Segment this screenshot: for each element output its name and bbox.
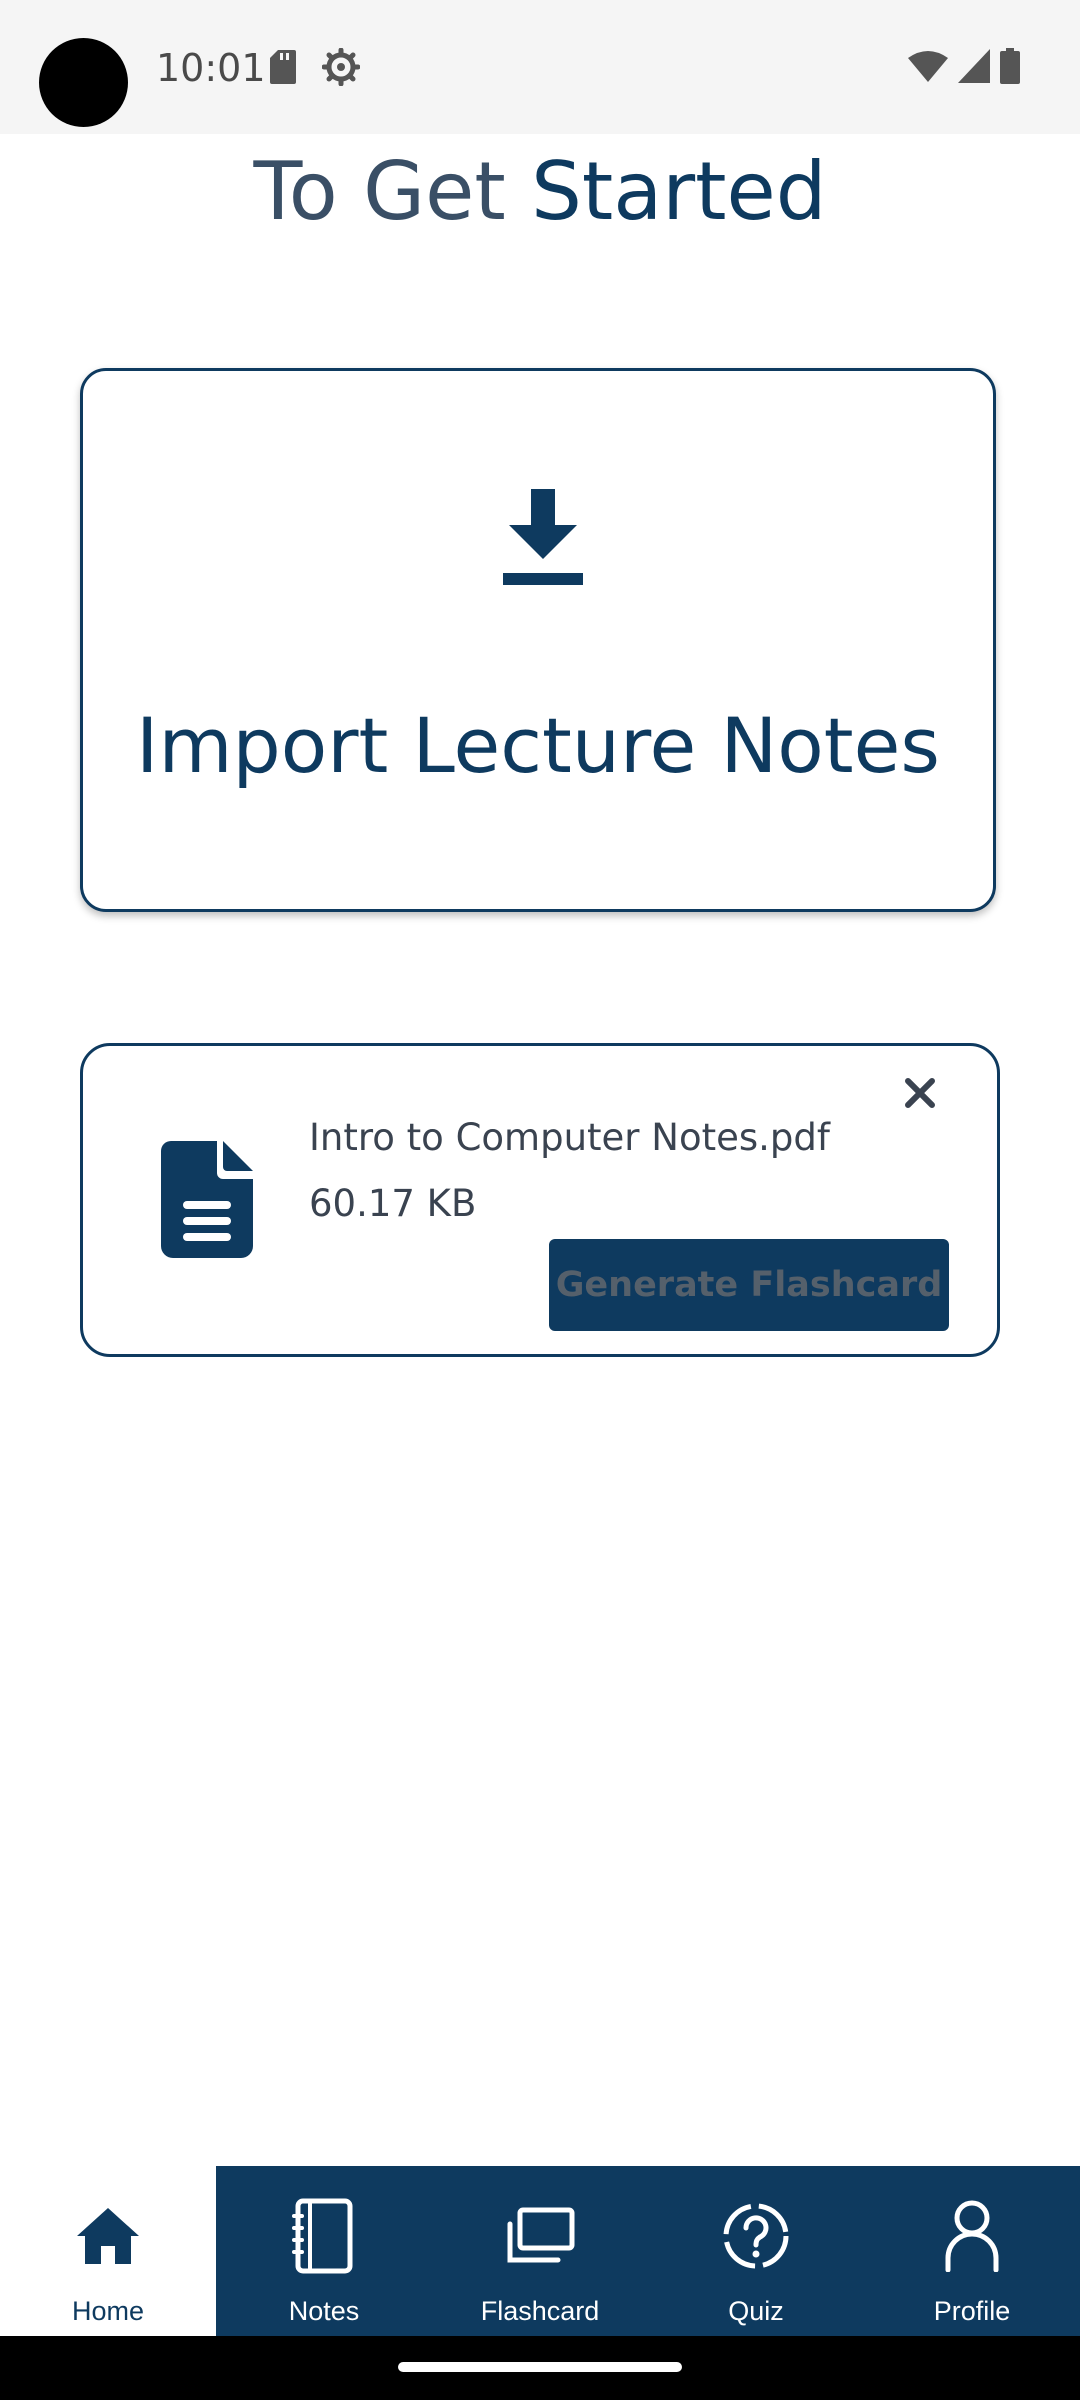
app-screen: 10:01 To Get Started Import Lecture Note…	[0, 0, 1080, 2400]
close-icon	[905, 1078, 935, 1108]
page-title-part2: Started	[531, 145, 827, 238]
nav-home[interactable]: Home	[0, 2166, 216, 2336]
nav-home-label: Home	[71, 2296, 145, 2326]
page-title-part1: To Get	[253, 145, 532, 238]
person-icon	[932, 2196, 1012, 2276]
import-label: Import Lecture Notes	[136, 701, 940, 790]
sd-card-icon	[270, 50, 296, 84]
nav-notes-label: Notes	[288, 2296, 360, 2326]
nav-profile-label: Profile	[933, 2296, 1011, 2326]
status-time: 10:01	[156, 46, 266, 90]
file-name: Intro to Computer Notes.pdf	[309, 1116, 830, 1159]
status-indicators	[908, 48, 1020, 84]
cell-signal-icon	[958, 49, 990, 83]
generate-flashcard-button[interactable]: Generate Flashcard	[549, 1239, 949, 1331]
camera-cutout	[39, 38, 128, 127]
battery-icon	[1000, 48, 1020, 84]
notebook-icon	[284, 2196, 364, 2276]
file-size: 60.17 KB	[309, 1182, 477, 1225]
nav-quiz[interactable]: Quiz	[648, 2166, 864, 2336]
selected-file-card: Intro to Computer Notes.pdf 60.17 KB Gen…	[80, 1043, 1000, 1357]
nav-flashcard-label: Flashcard	[480, 2296, 600, 2326]
gesture-navigation-area	[0, 2336, 1080, 2400]
nav-profile[interactable]: Profile	[864, 2166, 1080, 2336]
home-icon	[68, 2196, 148, 2276]
settings-gear-icon	[322, 48, 360, 86]
bottom-navigation: Home Notes Flashcard Quiz Profile	[0, 2166, 1080, 2336]
page-title: To Get Started	[0, 142, 1080, 242]
download-icon	[503, 489, 583, 585]
remove-file-button[interactable]	[893, 1066, 947, 1120]
status-bar: 10:01	[0, 0, 1080, 134]
help-circle-icon	[716, 2196, 796, 2276]
nav-quiz-label: Quiz	[728, 2296, 784, 2326]
file-document-icon	[161, 1141, 253, 1258]
nav-flashcard[interactable]: Flashcard	[432, 2166, 648, 2336]
cards-icon	[500, 2196, 580, 2276]
wifi-icon	[908, 51, 948, 82]
home-gesture-handle[interactable]	[398, 2362, 682, 2372]
import-lecture-notes-card[interactable]: Import Lecture Notes	[80, 368, 996, 912]
nav-notes[interactable]: Notes	[216, 2166, 432, 2336]
